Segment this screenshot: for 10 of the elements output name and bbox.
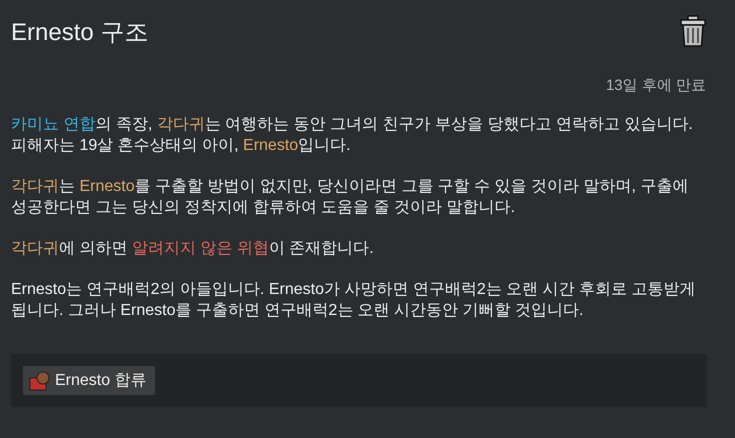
trash-icon[interactable] bbox=[680, 15, 706, 47]
description-paragraph: Ernesto는 연구배럭2의 아들입니다. Ernesto가 사망하면 연구배럭2는 오랜 시간 후회로 고통받게 됩니다. 그러나 Ernesto를 구출하면 연구배럭2는 오랜 시간동안 기뻐할 것입니다. bbox=[11, 280, 697, 321]
colonist-icon bbox=[28, 369, 52, 391]
reward-label: Ernesto 합류 bbox=[55, 370, 147, 390]
expiry-text: 13일 후에 만료 bbox=[604, 76, 706, 95]
reward-item[interactable]: Ernesto 합류 bbox=[23, 366, 155, 395]
description-paragraph: 카미뇨 연합의 족장, 각다귀 는 여행하는 동안 그녀의 친구가 부상을 당했다고 연락하고 있습니다. 피해자는 19살 혼수상태의 아이, Ernesto입니다. bbox=[11, 115, 694, 156]
quest-title: Ernesto 구조 bbox=[11, 18, 148, 48]
description-paragraph: 각다귀 에 의하면 알려지지 않은 위협 이 존재합니다. bbox=[11, 239, 375, 259]
description-paragraph: 각다귀 는 Ernesto를 구출할 방법이 없지만, 당신이라면 그를 구할 수 있을 것이라 말하며, 구출에 성공한다면 그는 당신의 정착지에 합류하여 도움을 줄 것이라 말합니다. bbox=[11, 177, 690, 218]
